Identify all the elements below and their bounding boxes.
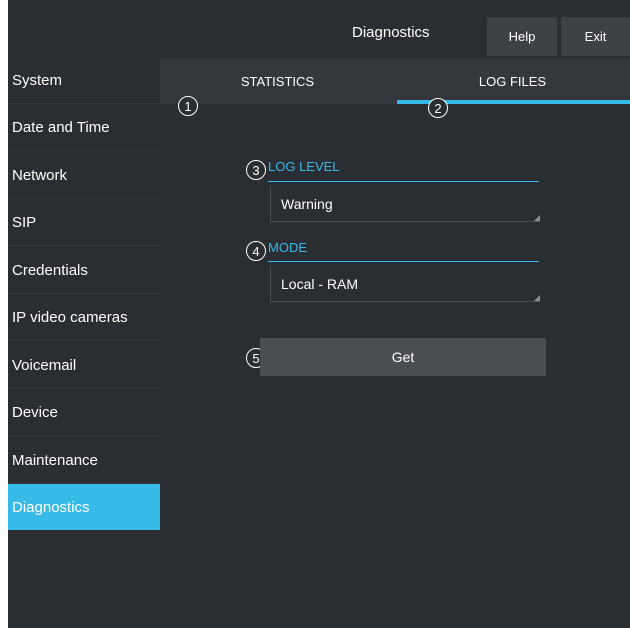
- callout-marker-4: 4: [246, 241, 266, 261]
- sidebar-item-maintenance[interactable]: Maintenance: [8, 438, 160, 484]
- exit-button[interactable]: Exit: [561, 17, 630, 56]
- sidebar-item-credentials[interactable]: Credentials: [8, 248, 160, 294]
- log-level-underline: [268, 181, 539, 182]
- page-title: Diagnostics: [352, 24, 430, 41]
- dropdown-corner-icon: [534, 215, 540, 221]
- header: Diagnostics Help Exit: [8, 0, 630, 58]
- sidebar-item-network[interactable]: Network: [8, 153, 160, 199]
- mode-value: Local - RAM: [281, 275, 359, 292]
- sidebar-item-date-and-time[interactable]: Date and Time: [8, 105, 160, 151]
- log-level-value: Warning: [281, 195, 333, 212]
- main-content: STATISTICS LOG FILES 1 2 3 LOG LEVEL War…: [160, 58, 630, 628]
- mode-select[interactable]: Local - RAM: [270, 266, 540, 302]
- mode-underline: [268, 261, 539, 262]
- log-level-label: LOG LEVEL: [268, 159, 340, 174]
- tab-bar: STATISTICS LOG FILES: [160, 58, 630, 104]
- tab-statistics[interactable]: STATISTICS: [160, 58, 395, 104]
- help-button[interactable]: Help: [487, 17, 557, 56]
- sidebar-item-diagnostics[interactable]: Diagnostics: [8, 484, 160, 530]
- callout-marker-3: 3: [246, 160, 266, 180]
- sidebar-item-system[interactable]: System: [8, 58, 160, 104]
- sidebar-item-device[interactable]: Device: [8, 390, 160, 436]
- tab-log-files[interactable]: LOG FILES: [395, 58, 630, 104]
- callout-marker-2: 2: [428, 98, 448, 118]
- sidebar-item-sip[interactable]: SIP: [8, 200, 160, 246]
- sidebar: System Date and Time Network SIP Credent…: [8, 58, 160, 628]
- get-button[interactable]: Get: [260, 338, 546, 376]
- dropdown-corner-icon: [534, 295, 540, 301]
- callout-marker-1: 1: [178, 96, 198, 116]
- sidebar-item-ip-video-cameras[interactable]: IP video cameras: [8, 295, 160, 341]
- log-level-select[interactable]: Warning: [270, 186, 540, 222]
- mode-label: MODE: [268, 240, 307, 255]
- app-window: Diagnostics Help Exit System Date and Ti…: [8, 0, 630, 628]
- sidebar-item-voicemail[interactable]: Voicemail: [8, 343, 160, 389]
